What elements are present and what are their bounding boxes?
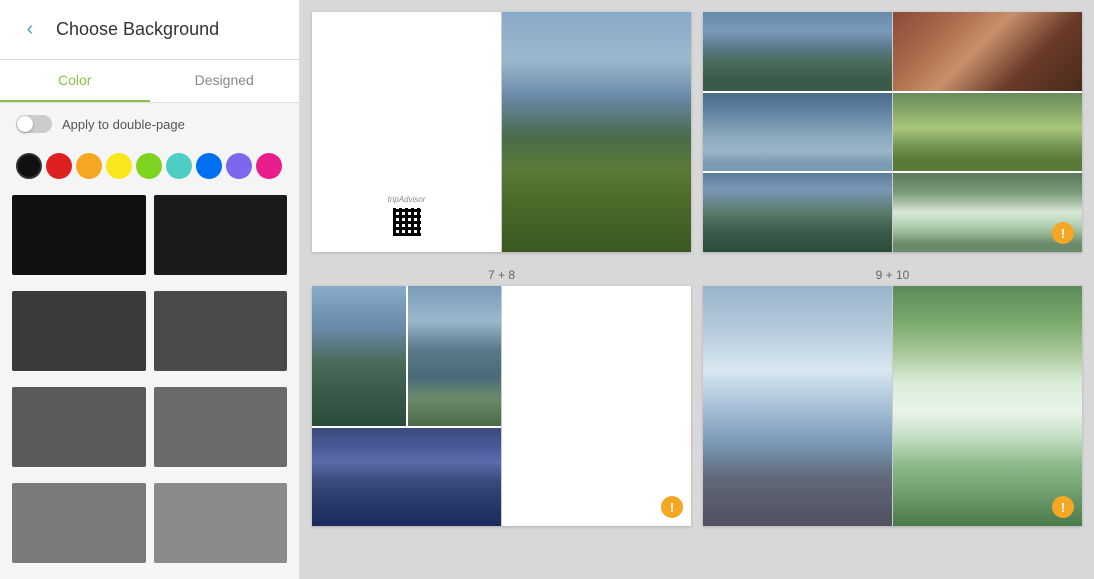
logo-text: tripAdvisor [388,195,426,204]
photo-cell-3 [703,173,892,252]
apply-double-page-toggle[interactable] [16,115,52,133]
page-7 [312,286,501,526]
sidebar-header: ‹ Choose Background [0,0,299,60]
photo-grid-left [703,12,892,252]
spread-9-10[interactable]: ! [703,286,1082,526]
spread-row-2: 7 + 8 ! 9 + [312,268,1082,526]
sidebar-title: Choose Background [56,19,219,40]
main-content: tripAdvisor [300,0,1094,579]
photo-cell-1 [703,12,892,91]
photo-cell-4 [893,12,1082,91]
photo-cell-6 [893,173,1082,252]
spread-wrapper-5-6: tripAdvisor [312,12,691,252]
page-10 [893,286,1082,526]
page-9 [703,286,892,526]
back-button[interactable]: ‹ [16,16,44,44]
color-swatches [0,145,299,187]
color-block-2[interactable] [12,291,146,371]
swatch-black[interactable] [16,153,42,179]
spread-9-10-preview[interactable]: ! [703,12,1082,252]
swatch-yellow[interactable] [106,153,132,179]
color-block-3[interactable] [154,291,288,371]
warning-badge-9-10: ! [1052,496,1074,518]
qr-code [393,208,421,236]
spread-wrapper-7-8: 7 + 8 ! [312,268,691,526]
photo-cell-5 [893,93,1082,172]
photo-grid-right [893,12,1082,252]
page-6 [502,12,691,252]
warning-badge-top: ! [1052,222,1074,244]
apply-double-page-row: Apply to double-page [0,103,299,145]
spread-wrapper-9-10-top: ! [703,12,1082,252]
page-6-photo [502,12,691,252]
warning-badge-7-8: ! [661,496,683,518]
swatch-purple[interactable] [226,153,252,179]
color-block-0[interactable] [12,195,146,275]
swatch-orange[interactable] [76,153,102,179]
spread-right-left [703,12,892,252]
photo-7c [312,428,501,526]
spread-5-6[interactable]: tripAdvisor [312,12,691,252]
color-block-1[interactable] [154,195,288,275]
tabs: Color Designed [0,60,299,103]
spread-label-9-10: 9 + 10 [876,268,910,282]
photo-9a [703,286,892,526]
spread-7-8[interactable]: ! [312,286,691,526]
tab-color[interactable]: Color [0,60,150,102]
page-5: tripAdvisor [312,12,501,252]
spread-label-7-8: 7 + 8 [488,268,515,282]
photo-7a [312,286,406,426]
photo-10a [893,286,1082,526]
spread-wrapper-9-10: 9 + 10 ! [703,268,1082,526]
tab-designed[interactable]: Designed [150,60,300,102]
swatch-teal[interactable] [166,153,192,179]
page-8 [502,286,691,526]
photo-cell-2 [703,93,892,172]
apply-double-page-label: Apply to double-page [62,117,185,132]
photo-7b [408,286,502,426]
color-block-7[interactable] [154,483,288,563]
spread-row-1: tripAdvisor [312,12,1082,252]
sidebar: ‹ Choose Background Color Designed Apply… [0,0,300,579]
swatch-green[interactable] [136,153,162,179]
color-block-5[interactable] [154,387,288,467]
swatch-pink[interactable] [256,153,282,179]
color-grid [0,187,299,579]
spread-right-right [893,12,1082,252]
swatch-blue[interactable] [196,153,222,179]
toggle-knob [17,116,33,132]
color-block-6[interactable] [12,483,146,563]
color-block-4[interactable] [12,387,146,467]
swatch-red[interactable] [46,153,72,179]
